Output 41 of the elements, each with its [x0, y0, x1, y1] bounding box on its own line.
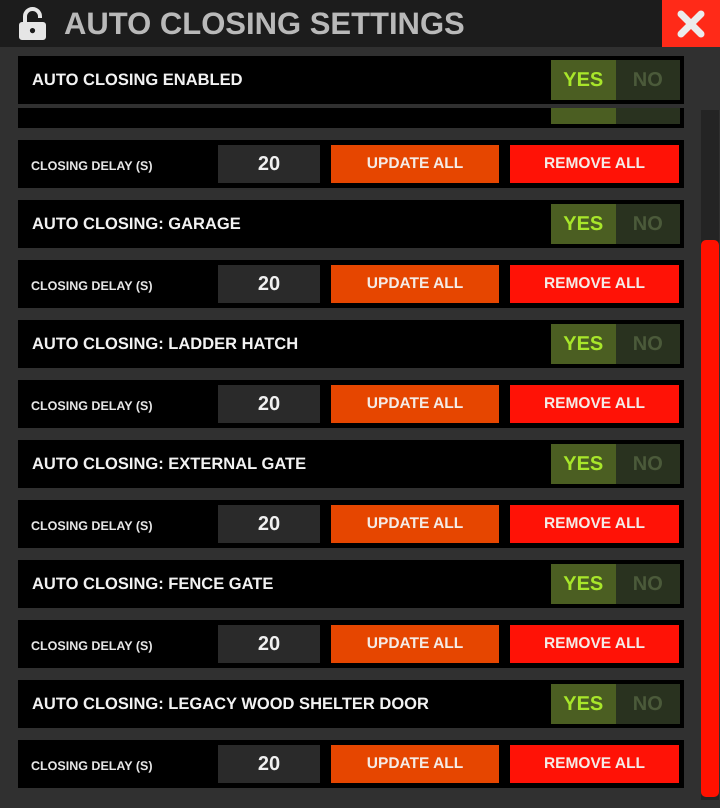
remove-all-button[interactable]: REMOVE ALL: [510, 505, 679, 543]
update-all-button[interactable]: UPDATE ALL: [331, 505, 499, 543]
padlock-icon: [19, 7, 46, 40]
toggle-option[interactable]: YES: [551, 444, 616, 484]
delay-field[interactable]: 20: [218, 385, 320, 423]
window-title: AUTO CLOSING SETTINGS: [64, 6, 465, 42]
delay-label: CLOSING DELAY (S): [31, 758, 154, 772]
setting-label: AUTO CLOSING: EXTERNAL GATE: [32, 454, 306, 474]
toggle-option[interactable]: YES: [551, 564, 616, 604]
scrollbar-thumb[interactable]: [701, 240, 719, 797]
remove-all-button[interactable]: REMOVE ALL: [510, 745, 679, 783]
close-button[interactable]: [662, 0, 720, 47]
delay-field[interactable]: 20: [218, 745, 320, 783]
toggle-option[interactable]: YES: [551, 60, 616, 100]
delay-field[interactable]: 20: [218, 145, 320, 183]
remove-all-button[interactable]: REMOVE ALL: [510, 265, 679, 303]
setting-label: AUTO CLOSING ENABLED: [32, 70, 243, 90]
remove-all-button[interactable]: REMOVE ALL: [510, 145, 679, 183]
close-icon: [676, 10, 706, 38]
setting-label: AUTO CLOSING: GARAGE: [32, 214, 241, 234]
setting-label: AUTO CLOSING: FENCE GATE: [32, 574, 274, 594]
delay-label: CLOSING DELAY (S): [31, 398, 154, 412]
delay-label: CLOSING DELAY (S): [31, 278, 154, 292]
setting-label: AUTO CLOSING: LEGACY WOOD SHELTER DOOR: [32, 694, 429, 714]
setting-label: AUTO CLOSING: LADDER HATCH: [32, 334, 298, 354]
remove-all-button[interactable]: REMOVE ALL: [510, 625, 679, 663]
update-all-button[interactable]: UPDATE ALL: [331, 145, 499, 183]
toggle-option[interactable]: YES: [551, 684, 616, 724]
delay-label: CLOSING DELAY (S): [31, 518, 154, 532]
delay-field[interactable]: 20: [218, 505, 320, 543]
update-all-button[interactable]: UPDATE ALL: [331, 625, 499, 663]
update-all-button[interactable]: UPDATE ALL: [331, 385, 499, 423]
update-all-button[interactable]: UPDATE ALL: [331, 745, 499, 783]
update-all-button[interactable]: UPDATE ALL: [331, 265, 499, 303]
remove-all-button[interactable]: REMOVE ALL: [510, 385, 679, 423]
toggle-option[interactable]: YES: [551, 324, 616, 364]
delay-label: CLOSING DELAY (S): [31, 638, 154, 652]
delay-field[interactable]: 20: [218, 265, 320, 303]
delay-label: CLOSING DELAY (S): [31, 158, 154, 172]
toggle-option[interactable]: YES: [551, 204, 616, 244]
delay-field[interactable]: 20: [218, 625, 320, 663]
